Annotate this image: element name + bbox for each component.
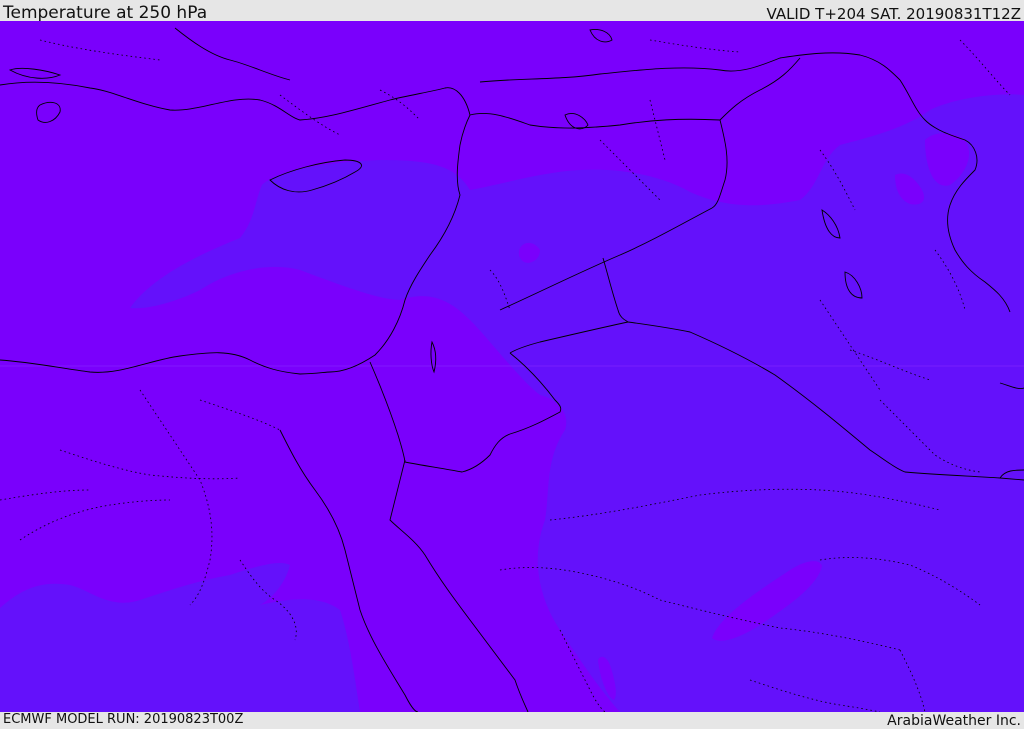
map-canvas (0, 21, 1024, 712)
temperature-map[interactable] (0, 21, 1024, 712)
header-bar: Temperature at 250 hPa VALID T+204 SAT. … (0, 0, 1024, 23)
credit-label: ArabiaWeather Inc. (887, 713, 1021, 729)
map-title: Temperature at 250 hPa (3, 3, 208, 23)
model-run-label: ECMWF MODEL RUN: 20190823T00Z (3, 712, 244, 727)
footer-bar: ECMWF MODEL RUN: 20190823T00Z ArabiaWeat… (0, 712, 1024, 729)
map-frame: Temperature at 250 hPa VALID T+204 SAT. … (0, 0, 1024, 729)
